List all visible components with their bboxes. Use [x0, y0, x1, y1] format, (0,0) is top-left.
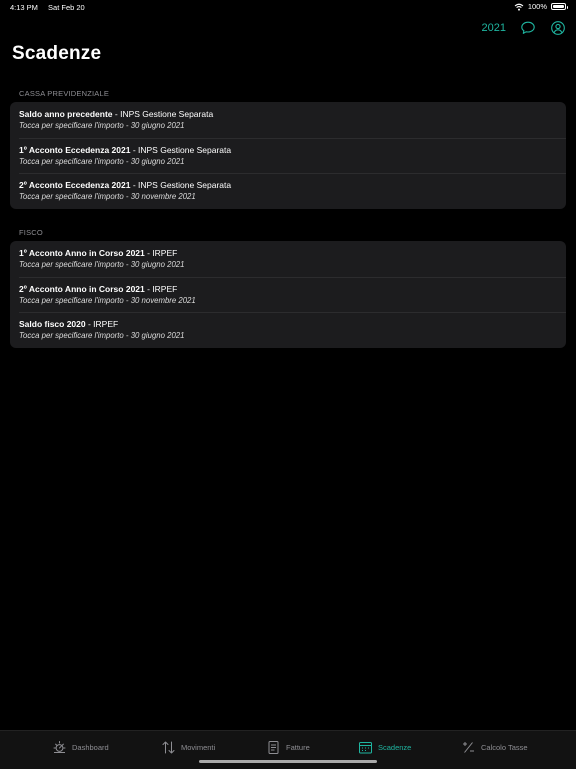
section-header-fisco: FISCO [19, 228, 43, 237]
status-bar: 4:13 PM Sat Feb 20 100% [0, 0, 576, 14]
item-title-line: 2º Acconto Anno in Corso 2021 - IRPEF [19, 283, 557, 295]
item-title: 2º Acconto Anno in Corso 2021 [19, 283, 145, 294]
battery-icon [551, 3, 568, 10]
tab-scadenze[interactable]: Scadenze [358, 739, 411, 755]
list-item[interactable]: Saldo anno precedente - INPS Gestione Se… [10, 102, 566, 138]
status-left: 4:13 PM Sat Feb 20 [10, 3, 93, 12]
year-selector-button[interactable]: 2021 [482, 22, 506, 34]
plus-minus-icon [463, 741, 474, 753]
list-item[interactable]: 1º Acconto Eccedenza 2021 - INPS Gestion… [10, 137, 566, 174]
status-right: 100% [514, 2, 568, 11]
battery-percent: 100% [527, 2, 547, 11]
item-subtitle: - IRPEF [144, 248, 178, 258]
status-date: Sat Feb 20 [48, 3, 85, 12]
item-subtitle: - INPS Gestione Separata [112, 109, 214, 119]
wifi-icon [514, 3, 524, 11]
item-detail: Tocca per specificare l'importo - 30 giu… [19, 331, 185, 341]
tab-bar: Dashboard Movimenti Fatture Scadenze Cal… [0, 730, 576, 769]
document-icon [268, 740, 279, 754]
person-circle-icon[interactable] [550, 20, 566, 36]
item-detail: Tocca per specificare l'importo - 30 giu… [19, 121, 185, 130]
tab-dashboard[interactable]: Dashboard [52, 739, 109, 755]
item-detail: Tocca per specificare l'importo - 30 giu… [19, 260, 185, 269]
item-subtitle: - INPS Gestione Separata [130, 180, 232, 191]
item-title-line: 1º Acconto Eccedenza 2021 - INPS Gestion… [19, 144, 557, 156]
chat-bubble-icon[interactable] [520, 20, 536, 36]
item-detail: Tocca per specificare l'importo - 30 giu… [19, 156, 185, 166]
item-title-line: 2º Acconto Eccedenza 2021 - INPS Gestion… [19, 179, 557, 191]
tab-movimenti[interactable]: Movimenti [161, 739, 215, 755]
tab-label: Fatture [286, 742, 310, 752]
card-cassa-previdenziale: Saldo anno precedente - INPS Gestione Se… [10, 102, 566, 210]
calendar-icon [359, 741, 372, 753]
page-title: Scadenze [12, 43, 102, 64]
sun-gauge-icon [53, 740, 66, 753]
arrows-up-down-icon [162, 741, 175, 753]
status-time: 4:13 PM [10, 3, 38, 12]
home-indicator[interactable] [199, 760, 377, 763]
tab-label: Calcolo Tasse [481, 742, 528, 752]
list-item[interactable]: 2º Acconto Anno in Corso 2021 - IRPEF To… [10, 276, 566, 313]
item-subtitle: - INPS Gestione Separata [130, 144, 232, 155]
card-fisco: 1º Acconto Anno in Corso 2021 - IRPEF To… [10, 241, 566, 349]
list-item[interactable]: 2º Acconto Eccedenza 2021 - INPS Gestion… [10, 173, 566, 209]
list-item[interactable]: 1º Acconto Anno in Corso 2021 - IRPEF To… [10, 241, 566, 277]
section-header-cassa: CASSA PREVIDENZIALE [19, 89, 110, 98]
item-title: 1º Acconto Anno in Corso 2021 [19, 248, 145, 258]
item-title: Saldo anno precedente [19, 109, 113, 119]
tab-calcolo-tasse[interactable]: Calcolo Tasse [461, 739, 528, 755]
item-subtitle: - IRPEF [85, 319, 119, 330]
tab-label: Dashboard [72, 742, 109, 752]
item-detail: Tocca per specificare l'importo - 30 nov… [19, 295, 196, 305]
item-title-line: 1º Acconto Anno in Corso 2021 - IRPEF [19, 247, 557, 259]
item-title: 1º Acconto Eccedenza 2021 [19, 144, 131, 155]
tab-label: Scadenze [378, 742, 412, 752]
item-title: Saldo fisco 2020 [19, 319, 86, 330]
tab-fatture[interactable]: Fatture [266, 739, 310, 755]
item-title-line: Saldo anno precedente - INPS Gestione Se… [19, 108, 557, 120]
item-subtitle: - IRPEF [144, 283, 178, 294]
list-item[interactable]: Saldo fisco 2020 - IRPEF Tocca per speci… [10, 312, 566, 348]
tab-label: Movimenti [181, 742, 216, 752]
item-detail: Tocca per specificare l'importo - 30 nov… [19, 192, 196, 202]
item-title: 2º Acconto Eccedenza 2021 [19, 180, 131, 191]
nav-actions: 2021 [482, 19, 566, 37]
item-title-line: Saldo fisco 2020 - IRPEF [19, 318, 557, 330]
